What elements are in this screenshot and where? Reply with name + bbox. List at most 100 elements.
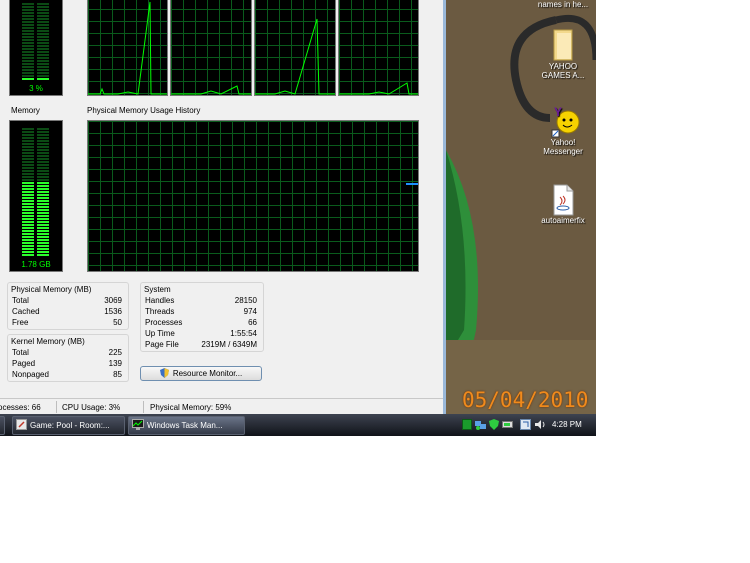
meter-bar-segment <box>22 69 34 71</box>
kernel-memory-row: Paged 139 <box>12 359 122 368</box>
meter-bar-segment <box>22 197 34 199</box>
memory-meter-label: 1.78 GB <box>21 260 51 269</box>
meter-bar-segment <box>22 176 34 178</box>
meter-bar-segment <box>22 233 34 235</box>
tray-network-icon[interactable] <box>475 419 487 432</box>
tray-sync-icon[interactable] <box>520 419 531 432</box>
meter-bar-segment <box>22 221 34 223</box>
status-separator <box>56 401 57 413</box>
cpu-usage-meter: 3 % <box>9 0 63 96</box>
cpu-history-graph-3 <box>254 0 336 96</box>
meter-bar-segment <box>22 6 34 8</box>
tray-volume-icon[interactable] <box>535 419 547 432</box>
meter-bar-segment <box>37 60 49 62</box>
meter-bar-segment <box>22 137 34 139</box>
meter-bar-segment <box>22 206 34 208</box>
meter-bar-segment <box>22 218 34 220</box>
cpu-history-graph-2 <box>170 0 252 96</box>
meter-bar-segment <box>37 206 49 208</box>
meter-bar-segment <box>22 224 34 226</box>
meter-bar-segment <box>22 239 34 241</box>
meter-bar-segment <box>37 12 49 14</box>
meter-bar-segment <box>37 30 49 32</box>
meter-bar-segment <box>37 3 49 5</box>
meter-bar-segment <box>22 30 34 32</box>
meter-bar-segment <box>37 221 49 223</box>
meter-bar-segment <box>37 251 49 253</box>
desktop-icon-names[interactable]: names in he... <box>530 0 596 9</box>
resource-monitor-button[interactable]: Resource Monitor... <box>140 366 262 381</box>
meter-bar-segment <box>22 188 34 190</box>
meter-bar-segment <box>37 191 49 193</box>
status-processes: ocesses: 66 <box>0 403 41 412</box>
meter-bar-segment <box>22 15 34 17</box>
meter-bar-segment <box>37 209 49 211</box>
meter-bar-segment <box>37 254 49 256</box>
taskbar-item-edge[interactable] <box>0 416 5 435</box>
meter-bar-segment <box>37 21 49 23</box>
meter-bar-segment <box>22 149 34 151</box>
meter-bar-segment <box>37 248 49 250</box>
meter-bar-segment <box>37 140 49 142</box>
meter-bar-segment <box>22 75 34 77</box>
meter-bar-segment <box>22 167 34 169</box>
meter-bar-segment <box>22 248 34 250</box>
meter-bar-segment <box>22 140 34 142</box>
meter-bar-segment <box>37 170 49 172</box>
meter-bar-segment <box>22 152 34 154</box>
java-file-icon <box>551 184 575 216</box>
tray-battery-icon[interactable] <box>502 419 514 432</box>
meter-bar-segment <box>37 57 49 59</box>
meter-bar-segment <box>37 245 49 247</box>
meter-bar-segment <box>37 51 49 53</box>
meter-bar-segment <box>22 164 34 166</box>
desktop-icon-label: YAHOO GAMES A... <box>541 62 585 80</box>
meter-bar-segment <box>22 158 34 160</box>
tray-green-icon[interactable] <box>462 419 472 430</box>
meter-bar-segment <box>22 203 34 205</box>
taskbar-item-label: Game: Pool - Room:... <box>30 421 110 430</box>
meter-bar-segment <box>22 146 34 148</box>
memory-history-line <box>406 183 418 185</box>
desktop-icon-autoaimerfix[interactable]: autoaimerfix <box>530 184 596 225</box>
meter-bar-segment <box>22 254 34 256</box>
desktop-icon-yahoo-games[interactable]: YAHOO GAMES A... <box>530 28 596 80</box>
meter-bar-segment <box>22 57 34 59</box>
kernel-memory-row: Nonpaged 85 <box>12 370 122 379</box>
tray-clock[interactable]: 4:28 PM <box>552 420 582 429</box>
meter-bar-segment <box>22 54 34 56</box>
system-row: Processes 66 <box>145 318 257 327</box>
kernel-memory-row: Total 225 <box>12 348 122 357</box>
desktop-icon-yahoo-messenger[interactable]: Y Yahoo! Messenger <box>530 104 596 156</box>
kernel-memory-group: Kernel Memory (MB) Total 225 Paged 139 Non… <box>7 334 129 382</box>
taskbar-item-task-manager[interactable]: Windows Task Man... <box>128 416 245 435</box>
photo-date-stamp: 05/04/2010 <box>462 388 589 412</box>
physical-memory-row: Cached 1536 <box>12 307 122 316</box>
meter-bar-segment <box>37 66 49 68</box>
meter-bar-segment <box>22 236 34 238</box>
physical-memory-row: Total 3069 <box>12 296 122 305</box>
physical-memory-row: Free 50 <box>12 318 122 327</box>
meter-bar-segment <box>37 69 49 71</box>
meter-bar-segment <box>22 48 34 50</box>
meter-bar-segment <box>37 161 49 163</box>
svg-text:Y: Y <box>554 105 562 119</box>
meter-bar-segment <box>37 155 49 157</box>
meter-bar-segment <box>22 200 34 202</box>
tray-security-icon[interactable] <box>489 419 499 432</box>
taskbar-item-pool-game[interactable]: Game: Pool - Room:... <box>12 416 125 435</box>
system-row: Handles 28150 <box>145 296 257 305</box>
taskbar: Game: Pool - Room:... Windows Task Man..… <box>0 414 596 436</box>
memory-history-title: Physical Memory Usage History <box>87 106 201 115</box>
system-row: Threads 974 <box>145 307 257 316</box>
system-title: System <box>144 285 171 294</box>
meter-bar-segment <box>22 128 34 130</box>
status-separator <box>143 401 144 413</box>
meter-bar-segment <box>22 170 34 172</box>
system-row: Page File 2319M / 6349M <box>145 340 257 349</box>
meter-bar-segment <box>22 209 34 211</box>
meter-bar-segment <box>37 27 49 29</box>
meter-bar-segment <box>37 134 49 136</box>
meter-bar-segment <box>37 164 49 166</box>
meter-bar-segment <box>22 227 34 229</box>
